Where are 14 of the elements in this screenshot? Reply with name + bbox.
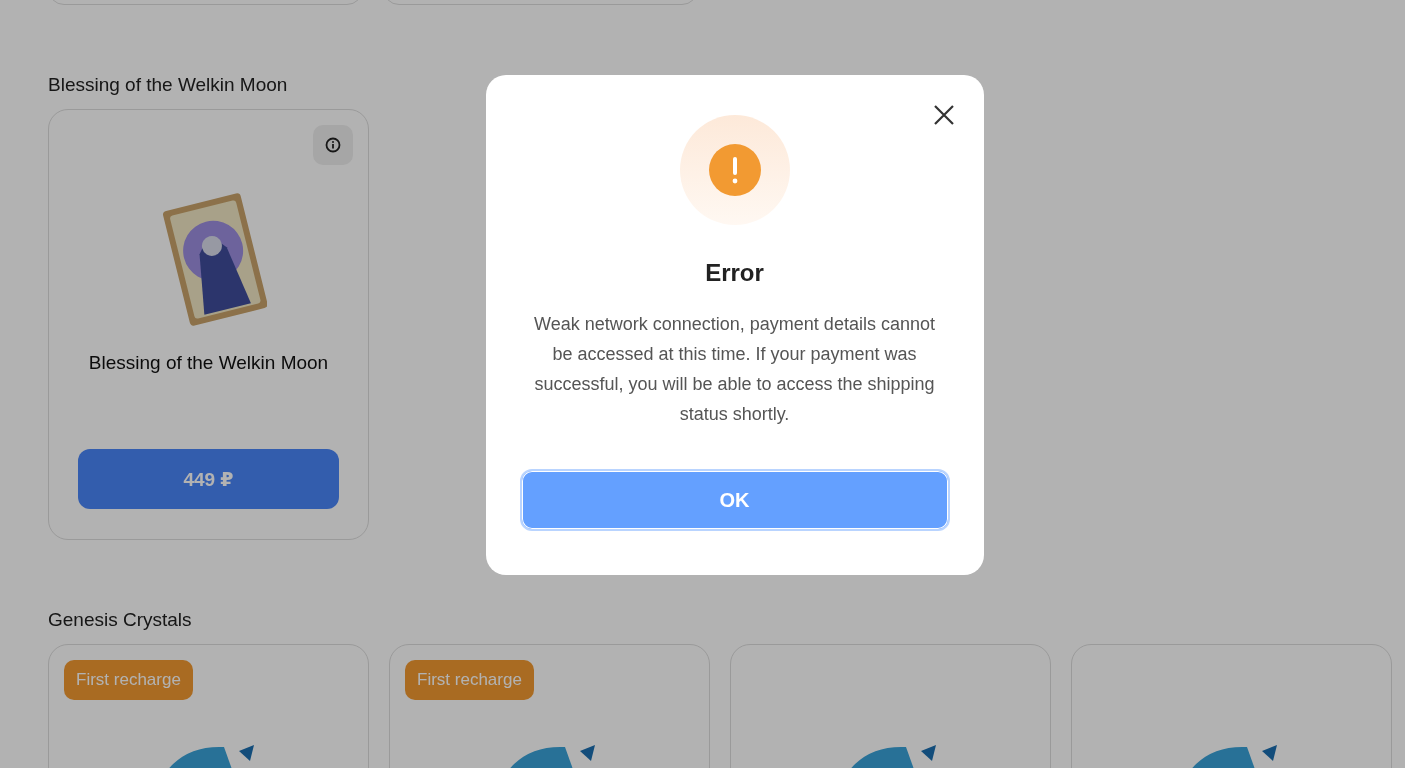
warning-icon bbox=[708, 144, 761, 196]
first-recharge-badge: First recharge bbox=[64, 660, 193, 700]
error-message: Weak network connection, payment details cannot be accessed at this time. If your payment was successful, you will be able to access the shipping status shortly. bbox=[533, 313, 936, 426]
ok-button[interactable]: OK bbox=[519, 469, 950, 531]
dialog-title: Error bbox=[705, 259, 764, 287]
section-title: Genesis Crystals bbox=[48, 608, 193, 632]
info-button[interactable] bbox=[313, 125, 353, 165]
section-title: Blessing of the Welkin Moon bbox=[48, 73, 289, 97]
close-button[interactable] bbox=[931, 103, 956, 127]
product-name: Blessing of the Welkin Moon bbox=[88, 352, 329, 374]
close-icon bbox=[933, 105, 954, 125]
price-button[interactable]: 449 ₽ bbox=[78, 449, 339, 509]
info-icon bbox=[325, 137, 341, 153]
first-recharge-badge: First recharge bbox=[405, 660, 534, 700]
